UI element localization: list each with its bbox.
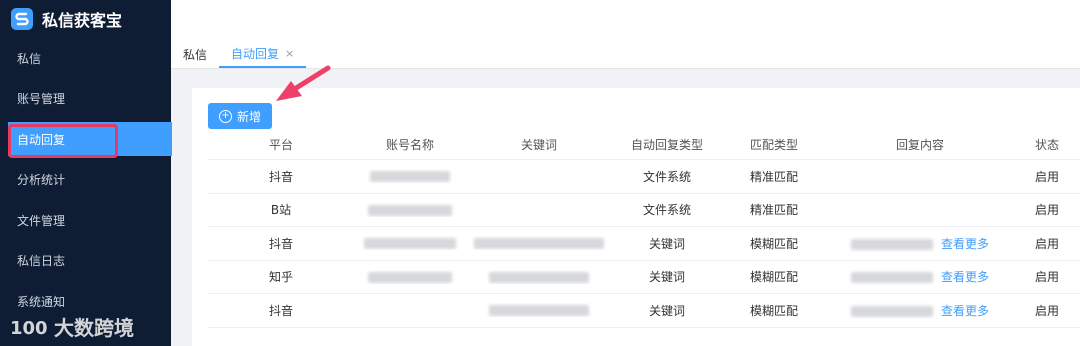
svg-text:100: 100 — [10, 318, 48, 339]
table-row[interactable]: B站 文件系统 精准匹配 启用 — [208, 194, 1080, 227]
keyword-cell — [466, 236, 612, 250]
auto-reply-table: 平台 账号名称 关键词 自动回复类型 匹配类型 回复内容 状态 抖音 文件系统 … — [208, 129, 1080, 328]
reply-content-cell: 查看更多 — [826, 302, 1014, 319]
add-button[interactable]: + 新增 — [208, 103, 272, 129]
sidebar-item-label: 系统通知 — [17, 294, 66, 309]
reply-content-cell: 查看更多 — [826, 268, 1014, 285]
reply-type-cell: 文件系统 — [642, 169, 691, 184]
table-row[interactable]: 知乎 关键词 模糊匹配 查看更多 启用 — [208, 261, 1080, 294]
sidebar: 私信获客宝 私信 账号管理 自动回复 分析统计 文件管理 私信日志 系统通知 1… — [0, 0, 172, 346]
column-header: 自动回复类型 — [630, 137, 703, 152]
account-name-cell — [354, 169, 466, 183]
table-row[interactable]: 抖音 关键词 模糊匹配 查看更多 启用 — [208, 294, 1080, 328]
view-more-link[interactable]: 查看更多 — [941, 304, 989, 318]
column-header: 账号名称 — [385, 137, 434, 152]
watermark-text: 大数跨境 — [54, 316, 134, 340]
status-cell: 启用 — [1034, 203, 1059, 218]
platform-cell: B站 — [270, 203, 292, 218]
platform-cell: 抖音 — [268, 169, 293, 184]
column-header: 状态 — [1034, 137, 1059, 152]
redacted-keywords — [489, 271, 589, 283]
column-header: 平台 — [268, 137, 293, 152]
annotation-highlight-box — [8, 124, 118, 158]
reply-content-cell: 查看更多 — [826, 235, 1014, 252]
redacted-reply-content — [850, 305, 933, 317]
top-bar — [171, 0, 1080, 41]
account-name-cell — [354, 270, 466, 284]
platform-cell: 知乎 — [268, 270, 293, 285]
sidebar-item-label: 私信日志 — [17, 254, 66, 269]
reply-type-cell: 文件系统 — [642, 203, 691, 218]
redacted-account-name — [368, 271, 452, 283]
keyword-cell — [466, 303, 612, 317]
sidebar-item-label: 分析统计 — [17, 173, 66, 188]
add-button-label: 新增 — [236, 109, 261, 124]
account-name-cell — [354, 203, 466, 217]
status-cell: 启用 — [1034, 169, 1059, 184]
sidebar-item-label: 私信 — [17, 51, 42, 66]
table-row[interactable]: 抖音 关键词 模糊匹配 查看更多 启用 — [208, 227, 1080, 261]
sidebar-item-messages[interactable]: 私信 — [0, 38, 171, 79]
view-more-link[interactable]: 查看更多 — [941, 237, 989, 251]
sidebar-item-accounts[interactable]: 账号管理 — [0, 79, 171, 120]
sidebar-item-analytics[interactable]: 分析统计 — [0, 160, 171, 201]
redacted-reply-content — [850, 272, 933, 284]
table-row[interactable]: 抖音 文件系统 精准匹配 启用 — [208, 160, 1080, 194]
table-header: 平台 账号名称 关键词 自动回复类型 匹配类型 回复内容 状态 — [208, 129, 1080, 160]
match-type-cell: 模糊匹配 — [749, 236, 798, 251]
status-cell: 启用 — [1034, 236, 1059, 251]
plus-circle-icon: + — [218, 109, 232, 123]
close-icon[interactable]: × — [285, 47, 294, 60]
match-type-cell: 模糊匹配 — [749, 303, 798, 318]
status-cell: 启用 — [1034, 303, 1059, 318]
sidebar-item-label: 文件管理 — [17, 213, 66, 228]
column-header: 回复内容 — [895, 137, 944, 152]
tab-bar: 私信 自动回复 × — [171, 40, 1080, 69]
match-type-cell: 模糊匹配 — [749, 270, 798, 285]
platform-cell: 抖音 — [268, 303, 293, 318]
redacted-keywords — [489, 305, 589, 317]
tab-auto-reply[interactable]: 自动回复 × — [219, 40, 307, 68]
redacted-account-name — [368, 204, 452, 216]
account-name-cell — [354, 236, 466, 250]
sidebar-menu: 私信 账号管理 自动回复 分析统计 文件管理 私信日志 系统通知 — [0, 38, 172, 322]
tab-label: 私信 — [183, 47, 208, 62]
match-type-cell: 精准匹配 — [749, 203, 798, 218]
column-header: 匹配类型 — [749, 137, 798, 152]
reply-type-cell: 关键词 — [648, 270, 685, 285]
keyword-cell — [466, 270, 612, 284]
sidebar-item-label: 账号管理 — [17, 92, 66, 107]
sidebar-item-message-log[interactable]: 私信日志 — [0, 241, 171, 282]
tab-messages[interactable]: 私信 — [171, 40, 219, 68]
platform-cell: 抖音 — [268, 236, 293, 251]
redacted-reply-content — [850, 238, 933, 250]
watermark-logo-icon: 100 — [10, 318, 48, 339]
view-more-link[interactable]: 查看更多 — [941, 270, 989, 284]
tab-label: 自动回复 — [231, 46, 280, 61]
app-title: 私信获客宝 — [42, 11, 123, 30]
reply-type-cell: 关键词 — [648, 236, 685, 251]
match-type-cell: 精准匹配 — [749, 169, 798, 184]
app-logo: 私信获客宝 — [0, 0, 171, 38]
redacted-keywords — [474, 238, 604, 250]
status-cell: 启用 — [1034, 270, 1059, 285]
redacted-account-name — [370, 171, 450, 183]
watermark: 100 大数跨境 — [10, 312, 134, 341]
column-header: 关键词 — [520, 137, 557, 152]
sidebar-item-files[interactable]: 文件管理 — [0, 200, 171, 241]
reply-type-cell: 关键词 — [648, 303, 685, 318]
app-logo-icon — [11, 8, 33, 30]
redacted-account-name — [364, 238, 456, 250]
